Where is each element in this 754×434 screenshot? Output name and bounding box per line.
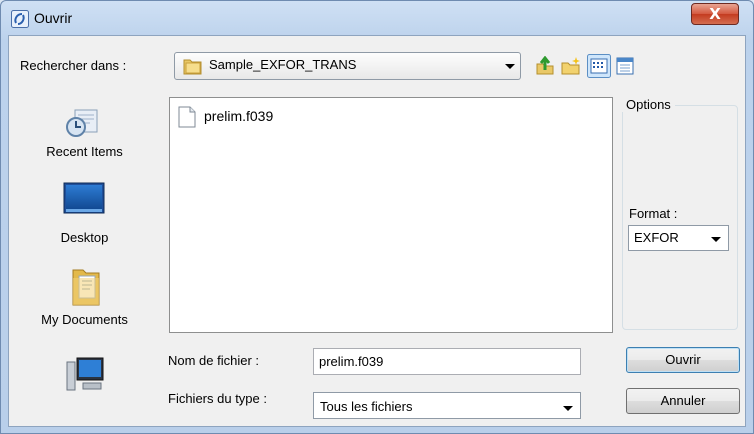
title-bar[interactable]: Ouvrir X (1, 1, 753, 35)
filename-field[interactable]: prelim.f039 (313, 348, 581, 375)
format-label: Format : (629, 206, 678, 221)
cancel-button[interactable]: Annuler (626, 388, 740, 414)
filename-label: Nom de fichier : (168, 353, 260, 368)
place-label: Desktop (60, 230, 109, 245)
format-select[interactable]: EXFOR (628, 225, 729, 251)
folder-icon (183, 59, 202, 75)
close-button[interactable]: X (691, 3, 739, 25)
file-icon (178, 106, 196, 128)
window-title: Ouvrir (34, 10, 73, 26)
chevron-down-icon (563, 406, 573, 411)
folder-up-icon[interactable] (535, 56, 555, 76)
filetype-value: Tous les fichiers (320, 399, 413, 414)
filetype-select[interactable]: Tous les fichiers (313, 392, 581, 419)
look-in-combo[interactable]: Sample_EXFOR_TRANS (174, 52, 521, 80)
chevron-down-icon (505, 64, 515, 69)
open-button[interactable]: Ouvrir (626, 347, 740, 373)
desktop-icon (63, 182, 105, 214)
open-dialog: Ouvrir X Rechercher dans : Sample_EXFOR_… (0, 0, 754, 434)
java-app-icon (11, 10, 29, 28)
filetype-label: Fichiers du type : (168, 391, 267, 406)
look-in-value: Sample_EXFOR_TRANS (209, 57, 357, 72)
view-list-icon[interactable] (587, 54, 611, 78)
file-list[interactable]: prelim.f039 (169, 97, 613, 333)
computer-icon (66, 357, 104, 391)
place-label: My Documents (41, 312, 128, 327)
file-name: prelim.f039 (204, 108, 274, 124)
close-icon: X (709, 5, 721, 23)
recent-items-icon (66, 109, 98, 137)
look-in-label: Rechercher dans : (20, 58, 127, 73)
place-label: Recent Items (46, 144, 123, 159)
options-title: Options (622, 97, 675, 112)
place-my-documents[interactable]: My Documents (17, 262, 152, 342)
place-desktop[interactable]: Desktop (17, 174, 152, 254)
place-recent-items[interactable]: Recent Items (17, 94, 152, 164)
format-value: EXFOR (634, 230, 679, 245)
new-folder-icon[interactable] (561, 56, 581, 76)
place-computer[interactable] (17, 356, 152, 416)
chevron-down-icon (711, 237, 721, 242)
filename-value: prelim.f039 (319, 354, 384, 369)
places-bar: Recent Items Desktop My Documents (17, 94, 152, 424)
view-details-icon[interactable] (615, 56, 635, 76)
my-documents-icon (72, 269, 100, 306)
dialog-body: Rechercher dans : Sample_EXFOR_TRANS Rec… (8, 35, 746, 427)
